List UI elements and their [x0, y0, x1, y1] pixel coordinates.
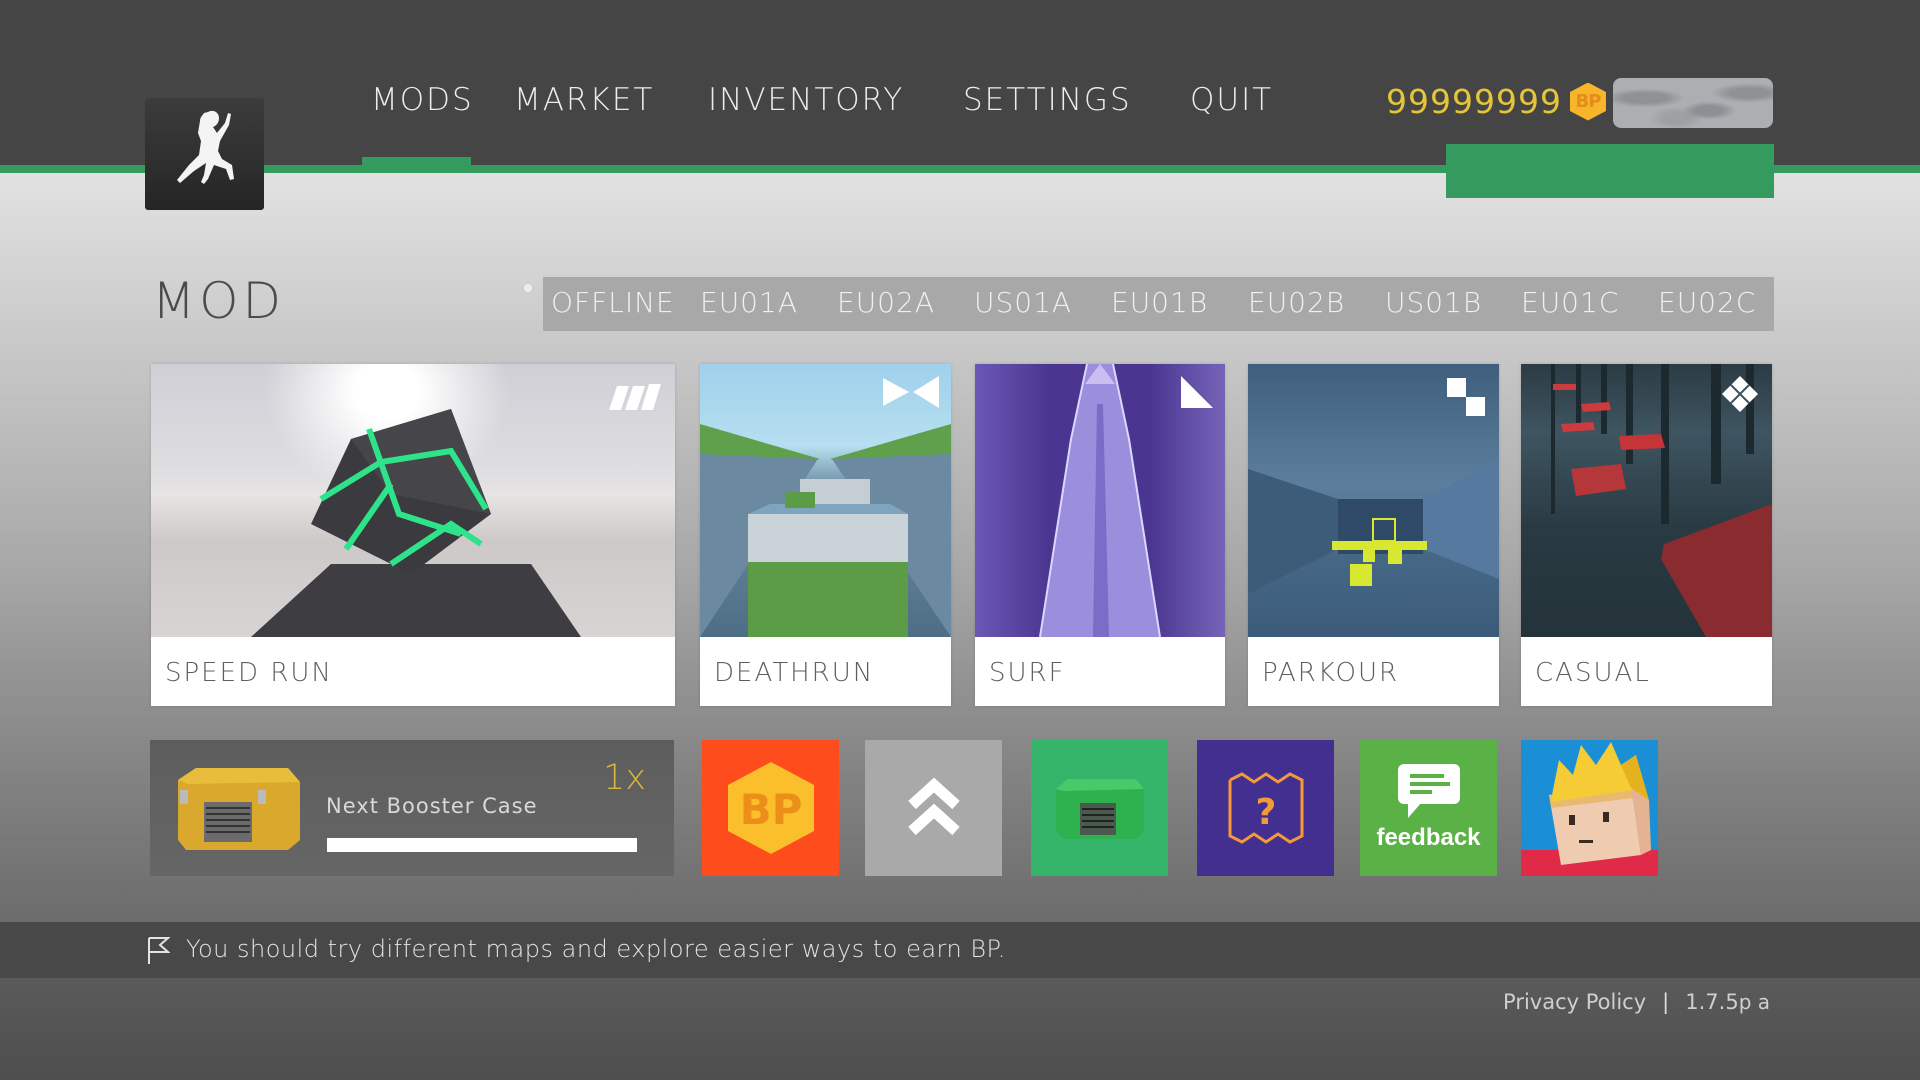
nav-market[interactable]: MARKET	[514, 82, 654, 118]
bp-coin-icon: BP	[727, 762, 814, 854]
server-eu01b[interactable]: EU01B	[1111, 286, 1208, 319]
server-eu02b[interactable]: EU02B	[1248, 286, 1345, 319]
server-us01a[interactable]: US01A	[974, 286, 1072, 319]
character-avatar-icon	[1521, 742, 1658, 876]
jumping-player-icon	[176, 110, 234, 184]
booster-label: Next Booster Case	[326, 794, 538, 818]
privacy-policy-link[interactable]: Privacy Policy	[1503, 990, 1646, 1014]
mod-thumbnail	[1521, 364, 1772, 637]
speed-run-scene	[251, 409, 581, 637]
mod-card-label: DEATHRUN	[714, 658, 875, 688]
version-number: 1.7.5	[1685, 990, 1739, 1014]
tip-text: You should try different maps and explor…	[186, 935, 1006, 963]
feedback-tile[interactable]: feedback	[1360, 740, 1497, 876]
mod-thumbnail	[700, 364, 951, 637]
map-help-tile[interactable]: ?	[1197, 740, 1334, 876]
nav-inventory[interactable]: INVENTORY	[708, 82, 904, 118]
player-profile-button[interactable]	[1613, 78, 1773, 128]
feedback-label: feedback	[1376, 824, 1481, 851]
bowtie-icon	[883, 376, 939, 408]
server-eu02c[interactable]: EU02C	[1658, 286, 1756, 319]
mod-thumbnail	[975, 364, 1225, 637]
map-question-icon: ?	[1228, 772, 1303, 844]
version-label: 1.7.5p a	[1685, 990, 1770, 1014]
mod-card-deathrun[interactable]: DEATHRUN	[700, 364, 951, 706]
server-selector: OFFLINE EU01A EU02A US01A EU01B EU02B US…	[543, 277, 1774, 331]
currency-amount: 99999999	[1386, 82, 1562, 121]
booster-count: 1x	[603, 758, 646, 798]
bp-coin-label: BP	[1575, 91, 1602, 112]
mod-card-parkour[interactable]: PARKOUR	[1248, 364, 1499, 706]
footer: Privacy Policy | 1.7.5p a	[1503, 990, 1770, 1014]
profile-green-panel	[1446, 144, 1774, 198]
nav-quit[interactable]: QUIT	[1190, 82, 1273, 118]
mod-card-surf[interactable]: SURF	[975, 364, 1225, 706]
rank-up-tile[interactable]	[865, 740, 1002, 876]
server-indicator-dot	[524, 284, 532, 292]
mod-card-label: SPEED RUN	[165, 658, 333, 688]
server-eu01a[interactable]: EU01A	[700, 286, 798, 319]
nav-settings[interactable]: SETTINGS	[963, 82, 1132, 118]
booster-progress-fill	[327, 838, 637, 852]
mod-card-label: SURF	[989, 658, 1066, 688]
mod-card-casual[interactable]: CASUAL	[1521, 364, 1772, 706]
bp-coin-icon: BP	[1569, 82, 1606, 121]
double-chevron-up-icon	[907, 777, 960, 836]
speed-stripes-icon	[609, 384, 661, 410]
server-eu01c[interactable]: EU01C	[1521, 286, 1619, 319]
footer-separator: |	[1662, 990, 1670, 1014]
flag-icon	[148, 937, 170, 964]
yellow-case-icon	[178, 768, 300, 850]
server-eu02a[interactable]: EU02A	[837, 286, 935, 319]
tip-bar: You should try different maps and explor…	[0, 922, 1920, 978]
triangle-icon	[1181, 376, 1213, 408]
currency-display: 99999999 BP	[1386, 82, 1606, 121]
server-us01b[interactable]: US01B	[1385, 286, 1482, 319]
green-case-icon	[1055, 779, 1144, 839]
mod-thumbnail	[1248, 364, 1499, 637]
checker-icon	[1447, 378, 1485, 416]
booster-progress-bar	[327, 838, 637, 852]
diamond-grid-icon	[1722, 376, 1758, 412]
character-tile[interactable]	[1521, 740, 1658, 876]
booster-case-panel[interactable]: Next Booster Case 1x	[150, 740, 674, 876]
nav-mods[interactable]: MODS	[371, 82, 474, 118]
nav-active-indicator	[362, 157, 471, 173]
server-offline[interactable]: OFFLINE	[551, 286, 675, 319]
bp-tile-text: BP	[739, 785, 802, 834]
section-title: MOD	[152, 272, 285, 330]
game-logo[interactable]	[145, 98, 264, 210]
mod-thumbnail	[151, 364, 675, 637]
version-suffix: p a	[1738, 990, 1770, 1014]
green-case-tile[interactable]	[1031, 740, 1168, 876]
chat-bubble-icon	[1397, 764, 1460, 818]
mod-card-label: PARKOUR	[1262, 658, 1400, 688]
mod-card-speed-run[interactable]: SPEED RUN	[151, 364, 675, 706]
map-question-mark: ?	[1255, 792, 1276, 833]
mod-card-label: CASUAL	[1535, 658, 1651, 688]
bp-shop-tile[interactable]: BP	[702, 740, 839, 876]
